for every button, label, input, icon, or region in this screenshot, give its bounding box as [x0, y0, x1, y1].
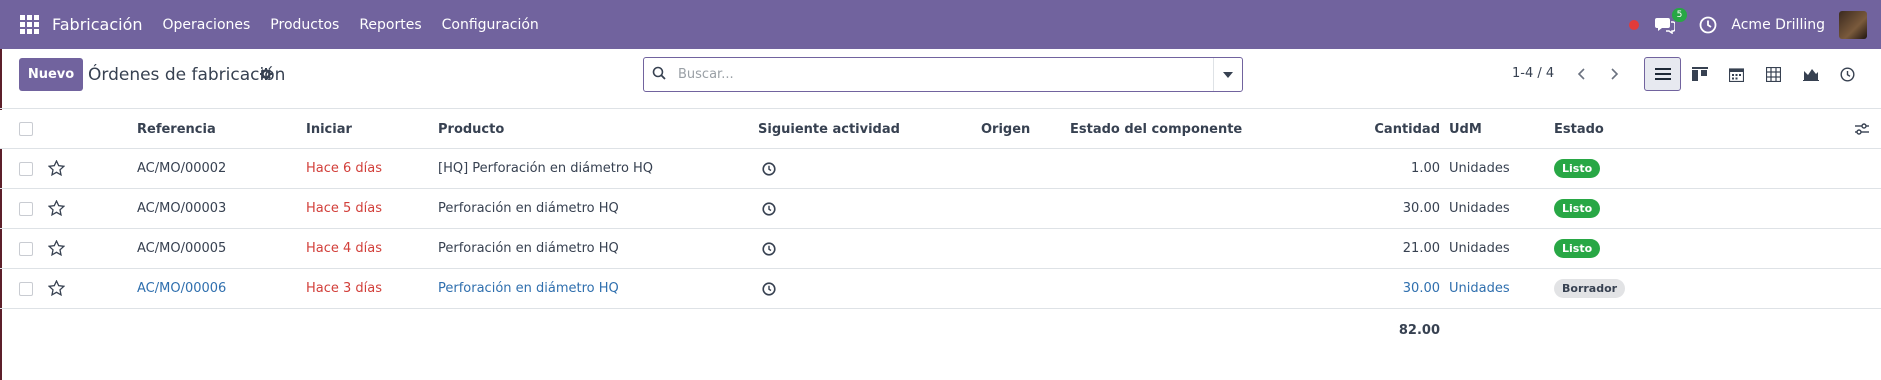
row-checkbox[interactable] [19, 189, 33, 228]
pager-value[interactable]: 1-4 / 4 [1512, 66, 1554, 81]
column-estado-componente[interactable]: Estado del componente [1070, 110, 1242, 148]
table-footer: 82.00 [0, 310, 1881, 350]
activity-clock-icon[interactable] [762, 229, 776, 268]
kanban-view-button[interactable] [1681, 57, 1718, 91]
select-all-checkbox[interactable] [19, 110, 33, 148]
row-producto: [HQ] Perforación en diámetro HQ [438, 161, 654, 176]
activity-clock-icon[interactable] [762, 269, 776, 308]
table-row[interactable]: AC/MO/00003 Hace 5 días Perforación en d… [0, 189, 1881, 229]
apps-menu-icon[interactable] [20, 14, 40, 35]
calendar-view-button[interactable] [1718, 57, 1755, 91]
activity-view-button[interactable] [1829, 57, 1866, 91]
row-referencia: AC/MO/00003 [137, 201, 227, 216]
column-iniciar[interactable]: Iniciar [306, 110, 352, 148]
table-row[interactable]: AC/MO/00005 Hace 4 días Perforación en d… [0, 229, 1881, 269]
column-estado[interactable]: Estado [1554, 110, 1604, 148]
search-bar [643, 57, 1243, 92]
search-options-toggle[interactable] [1213, 58, 1242, 91]
app-name[interactable]: Fabricación [52, 15, 143, 34]
row-producto: Perforación en diámetro HQ [438, 241, 619, 256]
column-udm[interactable]: UdM [1449, 110, 1482, 148]
row-checkbox[interactable] [19, 269, 33, 308]
row-cantidad: 1.00 [1411, 161, 1440, 176]
recording-indicator[interactable] [1629, 19, 1640, 30]
row-producto: Perforación en diámetro HQ [438, 201, 619, 216]
row-cantidad: 30.00 [1402, 281, 1440, 296]
user-avatar[interactable] [1839, 10, 1867, 39]
column-origen[interactable]: Origen [981, 110, 1030, 148]
manufacturing-orders-table: Referencia Iniciar Producto Siguiente ac… [0, 110, 1881, 338]
search-icon [652, 66, 672, 84]
column-siguiente-actividad[interactable]: Siguiente actividad [758, 110, 900, 148]
row-udm: Unidades [1449, 201, 1510, 216]
row-cantidad: 21.00 [1402, 241, 1440, 256]
menu-productos[interactable]: Productos [270, 17, 339, 33]
row-checkbox[interactable] [19, 149, 33, 188]
row-cantidad: 30.00 [1402, 201, 1440, 216]
chat-icon[interactable]: 5 [1655, 7, 1688, 34]
status-badge: Listo [1554, 229, 1601, 268]
column-referencia[interactable]: Referencia [137, 110, 216, 148]
top-navbar: Fabricación Operaciones Productos Report… [0, 0, 1881, 49]
list-view-button[interactable] [1644, 57, 1681, 91]
row-udm: Unidades [1449, 241, 1510, 256]
star-icon[interactable] [48, 149, 65, 188]
row-producto: Perforación en diámetro HQ [438, 281, 619, 296]
row-udm: Unidades [1449, 161, 1510, 176]
menu-reportes[interactable]: Reportes [359, 17, 421, 33]
table-row[interactable]: AC/MO/00002 Hace 6 días [HQ] Perforación… [0, 149, 1881, 189]
control-panel: Nuevo Órdenes de fabricación 1-4 / 4 [0, 49, 1881, 109]
row-referencia: AC/MO/00005 [137, 241, 227, 256]
column-settings-icon[interactable] [1855, 110, 1869, 148]
activity-clock-icon[interactable] [762, 189, 776, 228]
total-cantidad: 82.00 [1398, 322, 1440, 338]
row-iniciar: Hace 6 días [306, 161, 383, 176]
activity-clock-icon[interactable] [762, 149, 776, 188]
column-producto[interactable]: Producto [438, 110, 504, 148]
row-iniciar: Hace 4 días [306, 241, 383, 256]
table-header: Referencia Iniciar Producto Siguiente ac… [0, 110, 1881, 149]
status-badge: Listo [1554, 149, 1601, 188]
gear-icon[interactable] [260, 68, 272, 84]
star-icon[interactable] [48, 229, 65, 268]
view-switcher [1644, 57, 1866, 91]
page-title: Órdenes de fabricación [88, 65, 286, 85]
star-icon[interactable] [48, 189, 65, 228]
activity-clock-icon[interactable] [1699, 16, 1717, 34]
row-referencia: AC/MO/00002 [137, 161, 227, 176]
menu-operaciones[interactable]: Operaciones [163, 17, 251, 33]
row-iniciar: Hace 5 días [306, 201, 383, 216]
new-button[interactable]: Nuevo [19, 58, 83, 91]
search-input[interactable] [678, 67, 1198, 82]
row-udm: Unidades [1449, 281, 1510, 296]
pivot-view-button[interactable] [1755, 57, 1792, 91]
row-checkbox[interactable] [19, 229, 33, 268]
graph-view-button[interactable] [1792, 57, 1829, 91]
row-iniciar: Hace 3 días [306, 281, 383, 296]
pager-previous-button[interactable] [1566, 58, 1596, 89]
star-icon[interactable] [48, 269, 65, 308]
status-badge: Borrador [1554, 269, 1626, 308]
status-badge: Listo [1554, 189, 1601, 228]
menu-configuracion[interactable]: Configuración [442, 17, 539, 33]
row-referencia: AC/MO/00006 [137, 281, 227, 296]
column-cantidad[interactable]: Cantidad [1330, 110, 1440, 148]
pager-next-button[interactable] [1600, 58, 1630, 89]
table-row[interactable]: AC/MO/00006 Hace 3 días Perforación en d… [0, 269, 1881, 309]
company-name[interactable]: Acme Drilling [1731, 17, 1825, 33]
chat-count-badge: 5 [1671, 7, 1688, 22]
